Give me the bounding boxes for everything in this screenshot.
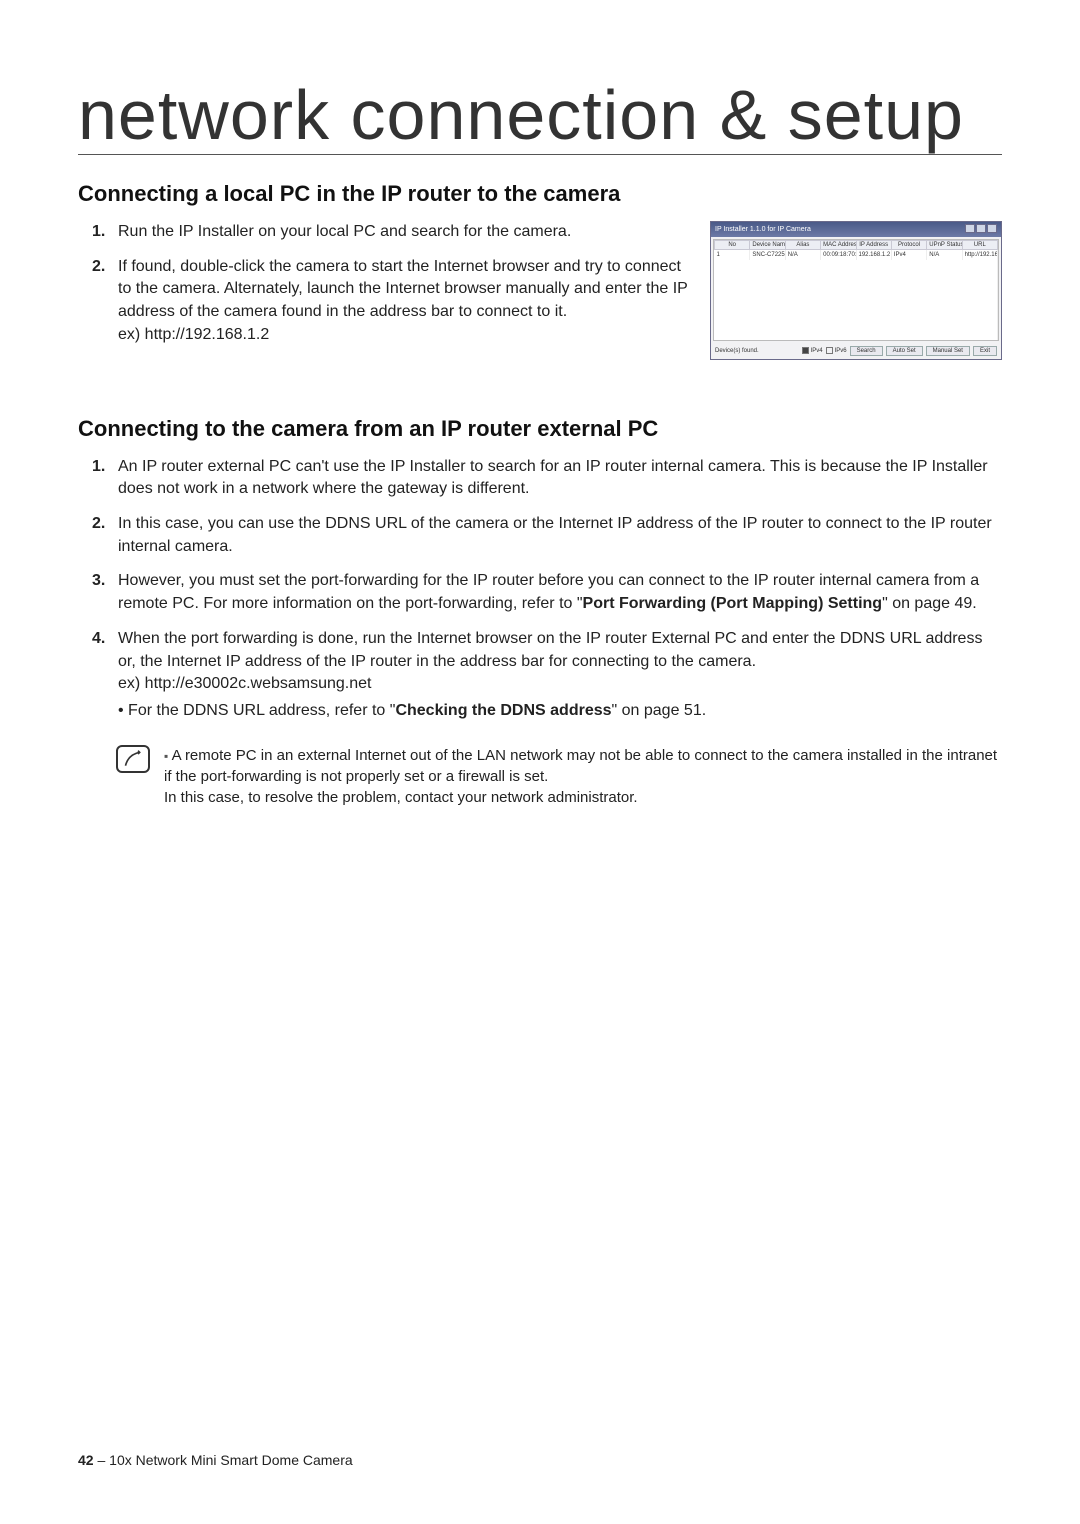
cell: http://192.168.1.websamsung… <box>962 250 997 260</box>
note-line: In this case, to resolve the problem, co… <box>164 787 1002 808</box>
list-item: 2. If found, double-click the camera to … <box>118 256 690 347</box>
search-button: Search <box>850 346 883 356</box>
cross-ref: Checking the DDNS address <box>395 702 611 719</box>
ip-installer-bottom-bar: Device(s) found. IPv4 IPv6 Search Auto S… <box>711 343 1001 359</box>
table-row <box>715 330 998 340</box>
ip-installer-title-text: IP Installer 1.1.0 for IP Camera <box>715 226 811 233</box>
close-icon <box>987 224 997 233</box>
table-row: 1 SNC-C7225 N/A 00:09:18:70:00:0F:84 192… <box>715 250 998 260</box>
item-number: 2. <box>92 256 105 279</box>
ipv6-option: IPv6 <box>826 347 847 354</box>
ip-installer-screenshot: IP Installer 1.1.0 for IP Camera No Devi… <box>710 221 1002 360</box>
sub-bullet: For the DDNS URL address, refer to "Chec… <box>118 700 1002 723</box>
note-line: A remote PC in an external Internet out … <box>164 745 1002 787</box>
table-row <box>715 310 998 320</box>
section1-list: 1. Run the IP Installer on your local PC… <box>78 221 690 347</box>
col-header: MAC Address <box>821 241 856 250</box>
autoset-button: Auto Set <box>886 346 923 356</box>
item-number: 1. <box>92 221 105 244</box>
ipv4-option: IPv4 <box>802 347 823 354</box>
note-text: A remote PC in an external Internet out … <box>164 745 1002 808</box>
list-item: 3. However, you must set the port-forwar… <box>118 570 1002 615</box>
page-footer: 42 – 10x Network Mini Smart Dome Camera <box>78 1452 353 1468</box>
item-text: An IP router external PC can't use the I… <box>118 458 988 498</box>
checkbox-icon <box>826 347 833 354</box>
col-header: IP Address <box>856 241 891 250</box>
manualset-button: Manual Set <box>926 346 970 356</box>
ip-installer-titlebar: IP Installer 1.1.0 for IP Camera <box>711 222 1001 237</box>
window-controls <box>964 224 997 235</box>
page-number: 42 <box>78 1452 94 1468</box>
item-text: Run the IP Installer on your local PC an… <box>118 223 571 240</box>
cross-ref: Port Forwarding (Port Mapping) Setting <box>583 595 883 612</box>
section1-heading: Connecting a local PC in the IP router t… <box>78 181 1002 207</box>
note-block: A remote PC in an external Internet out … <box>78 745 1002 808</box>
item-text: " on page 51. <box>612 702 707 719</box>
col-header: No <box>715 241 750 250</box>
item-text: If found, double-click the camera to sta… <box>118 258 688 320</box>
col-header: Alias <box>785 241 820 250</box>
section2-list: 1. An IP router external PC can't use th… <box>78 456 1002 723</box>
cell: 00:09:18:70:00:0F:84 <box>821 250 856 260</box>
item-text: When the port forwarding is done, run th… <box>118 630 982 670</box>
cell: SNC-C7225 <box>750 250 785 260</box>
col-header: UPnP Status <box>927 241 962 250</box>
list-item: 1. Run the IP Installer on your local PC… <box>118 221 690 244</box>
product-name: 10x Network Mini Smart Dome Camera <box>109 1452 353 1468</box>
col-header: URL <box>962 241 997 250</box>
ip-installer-grid: No Device Name Alias MAC Address IP Addr… <box>713 239 999 341</box>
col-header: Protocol <box>891 241 926 250</box>
table-row <box>715 290 998 300</box>
note-icon <box>116 745 150 773</box>
item-text: For the DDNS URL address, refer to " <box>128 702 395 719</box>
item-text: " on page 49. <box>882 595 977 612</box>
cell: IPv4 <box>891 250 926 260</box>
list-item: 1. An IP router external PC can't use th… <box>118 456 1002 501</box>
col-header: Device Name <box>750 241 785 250</box>
table-row <box>715 270 998 280</box>
item-number: 3. <box>92 570 105 593</box>
maximize-icon <box>976 224 986 233</box>
cell: 192.168.1.2 <box>856 250 891 260</box>
item-example: ex) http://192.168.1.2 <box>118 326 269 343</box>
list-item: 2. In this case, you can use the DDNS UR… <box>118 513 1002 558</box>
item-example: ex) http://e30002c.websamsung.net <box>118 675 372 692</box>
exit-button: Exit <box>973 346 997 356</box>
cell: N/A <box>785 250 820 260</box>
checkbox-icon <box>802 347 809 354</box>
cell: N/A <box>927 250 962 260</box>
cell: 1 <box>715 250 750 260</box>
section2-heading: Connecting to the camera from an IP rout… <box>78 416 1002 442</box>
footer-sep: – <box>94 1452 110 1468</box>
table-row <box>715 320 998 330</box>
item-number: 2. <box>92 513 105 536</box>
list-item: 4. When the port forwarding is done, run… <box>118 628 1002 723</box>
item-number: 4. <box>92 628 105 651</box>
table-row <box>715 300 998 310</box>
table-row <box>715 280 998 290</box>
table-row <box>715 260 998 270</box>
minimize-icon <box>965 224 975 233</box>
chapter-title: network connection & setup <box>78 80 1002 155</box>
devices-found-label: Device(s) found. <box>715 348 759 354</box>
item-text: In this case, you can use the DDNS URL o… <box>118 515 992 555</box>
item-number: 1. <box>92 456 105 479</box>
